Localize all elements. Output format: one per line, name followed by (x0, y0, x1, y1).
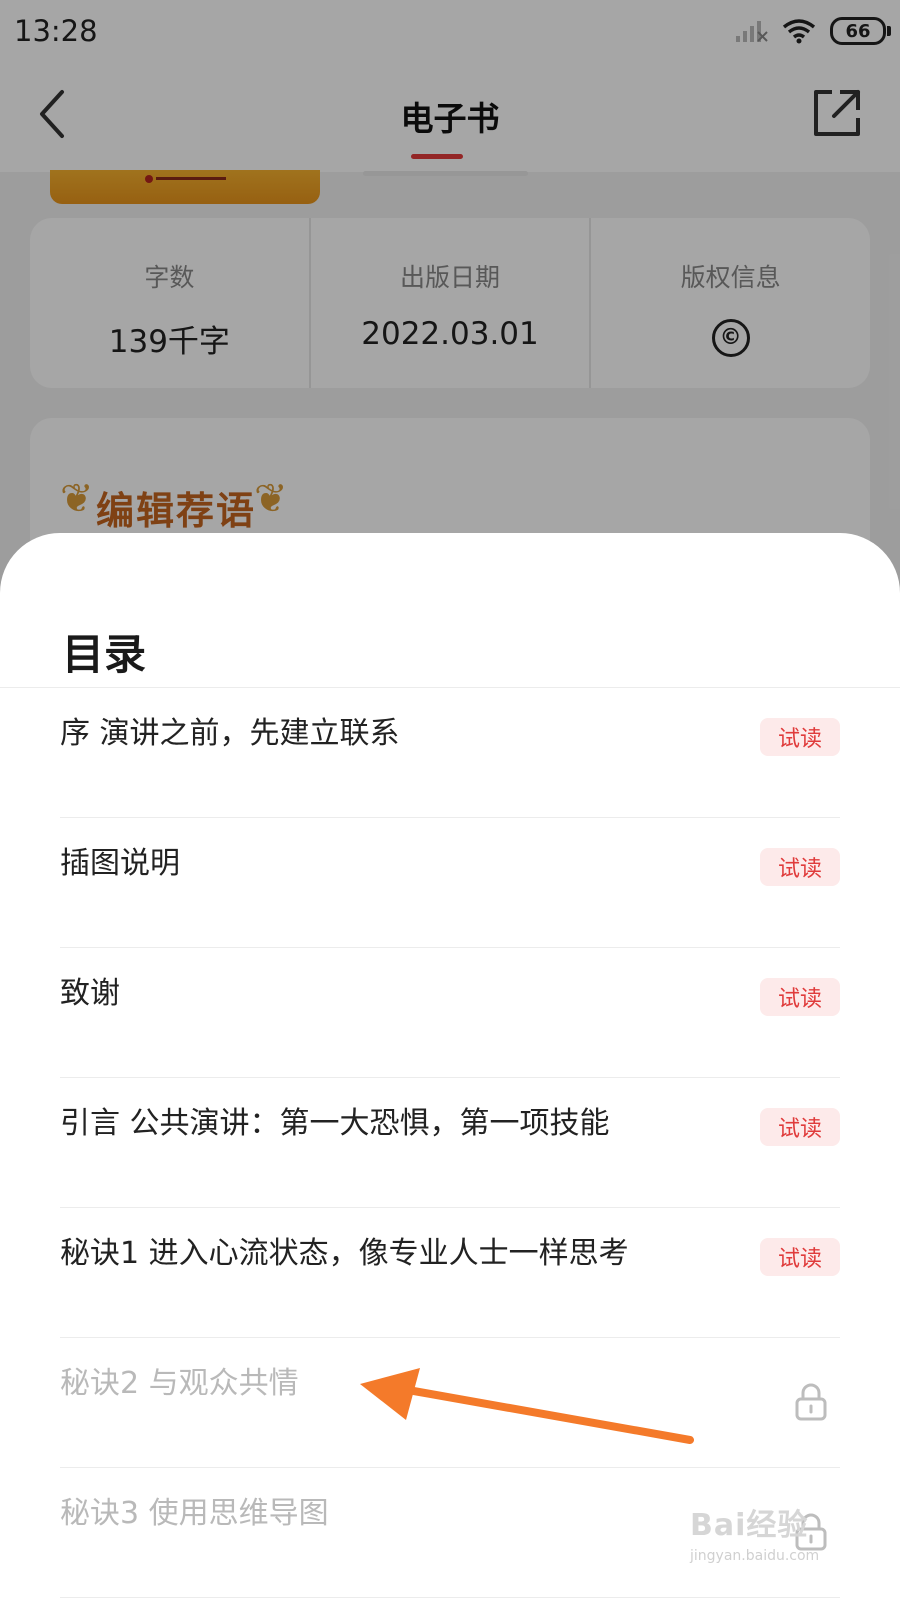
toc-item-label: 致谢 (60, 976, 120, 1011)
toc-item[interactable]: 序 演讲之前，先建立联系 试读 (60, 688, 840, 818)
toc-item-label: 引言 公共演讲：第一大恐惧，第一项技能 (60, 1106, 610, 1141)
toc-list: 序 演讲之前，先建立联系 试读 插图说明 试读 致谢 试读 引言 公共演讲：第一… (60, 688, 840, 1598)
toc-item[interactable]: 插图说明 试读 (60, 818, 840, 948)
trial-read-badge[interactable]: 试读 (760, 978, 840, 1016)
watermark-logo: Bai经验 (690, 1508, 809, 1543)
toc-item-label: 插图说明 (60, 846, 180, 881)
trial-read-badge[interactable]: 试读 (760, 848, 840, 886)
trial-read-badge[interactable]: 试读 (760, 1238, 840, 1276)
toc-item-label: 秘诀3 使用思维导图 (60, 1496, 329, 1531)
toc-item-label: 序 演讲之前，先建立联系 (60, 716, 400, 751)
trial-read-badge[interactable]: 试读 (760, 1108, 840, 1146)
toc-item[interactable]: 引言 公共演讲：第一大恐惧，第一项技能 试读 (60, 1078, 840, 1208)
toc-item-label: 秘诀1 进入心流状态，像专业人士一样思考 (60, 1236, 629, 1271)
trial-read-badge[interactable]: 试读 (760, 718, 840, 756)
annotation-arrow-icon (360, 1368, 694, 1444)
watermark: Bai经验 jingyan.baidu.com (690, 1500, 880, 1588)
toc-item[interactable]: 秘诀1 进入心流状态，像专业人士一样思考 试读 (60, 1208, 840, 1338)
toc-item[interactable]: 致谢 试读 (60, 948, 840, 1078)
watermark-url: jingyan.baidu.com (690, 1548, 820, 1564)
toc-title: 目录 (62, 630, 147, 679)
lock-icon (795, 1383, 827, 1421)
